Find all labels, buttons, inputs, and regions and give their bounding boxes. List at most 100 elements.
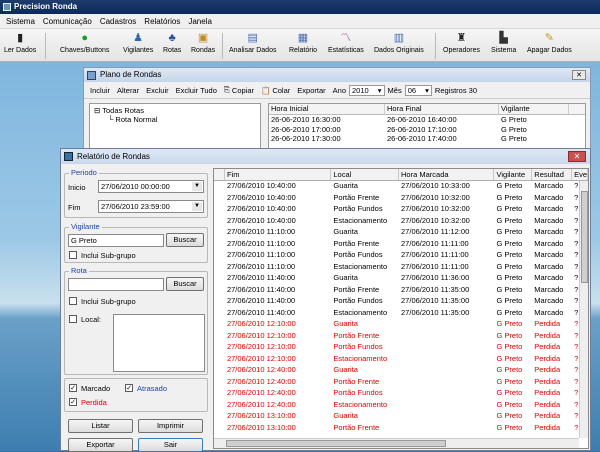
rondas-button[interactable]: ▣ Rondas: [191, 31, 215, 54]
table-row[interactable]: 27/06/2010 12:40:00 Portão Frente G Preto P…: [214, 377, 588, 389]
menu-janela[interactable]: Janela: [188, 17, 212, 26]
inclui-subgrupo-rota-checkbox[interactable]: [69, 297, 77, 305]
table-row[interactable]: 27/06/2010 10:40:00 Estacionamento 27/06/2…: [214, 216, 588, 228]
table-row[interactable]: 27/06/2010 12:40:00 Estacionamento G Preto…: [214, 400, 588, 412]
col-fim[interactable]: Fim: [225, 169, 332, 180]
horizontal-scrollbar[interactable]: [214, 438, 579, 448]
ano-select[interactable]: 2010 ▾: [349, 84, 385, 96]
tree-root[interactable]: ⊟ Todas Rotas: [94, 106, 256, 115]
table-row[interactable]: 27/06/2010 11:10:00 Estacionamento 27/06/2…: [214, 262, 588, 274]
relatorio-button[interactable]: ▦ Relatório: [289, 31, 317, 54]
rota-input[interactable]: [68, 278, 164, 291]
table-row[interactable]: 26-06-2010 17:00:00 26-06-2010 17:10:00 G …: [269, 125, 585, 135]
app-titlebar: Precision Ronda: [0, 0, 600, 14]
col-resultado[interactable]: Resultad: [532, 169, 573, 180]
scroll-thumb[interactable]: [226, 440, 446, 447]
table-row[interactable]: 26-06-2010 17:30:00 26-06-2010 17:40:00 G …: [269, 134, 585, 144]
cell-fim: 27/06/2010 12:10:00: [226, 319, 296, 328]
cell-res: Marcado: [534, 181, 564, 190]
operadores-button[interactable]: ♜ Operadores: [443, 31, 480, 54]
local-list[interactable]: [113, 314, 205, 372]
excluir-tudo-button[interactable]: Excluir Tudo: [176, 86, 217, 95]
table-row[interactable]: 27/06/2010 12:10:00 Estacionamento G Preto…: [214, 354, 588, 366]
table-row[interactable]: 27/06/2010 11:40:00 Portão Frente 27/06/20…: [214, 285, 588, 297]
exportar-button[interactable]: Exportar: [68, 438, 133, 452]
cell-vig: G Preto: [496, 238, 523, 248]
table-row[interactable]: 27/06/2010 12:10:00 Portão Frente G Preto P…: [214, 331, 588, 343]
table-row[interactable]: 27/06/2010 11:40:00 Portão Fundos 27/06/20…: [214, 296, 588, 308]
close-icon[interactable]: ✕: [568, 151, 586, 162]
excluir-button[interactable]: Excluir: [146, 86, 169, 95]
mes-select[interactable]: 06 ▾: [404, 84, 432, 96]
sistema-button[interactable]: ▙ Sistema: [491, 31, 516, 54]
dados-originais-button[interactable]: ▥ Dados Originais: [374, 31, 424, 54]
vertical-scrollbar[interactable]: [579, 181, 588, 438]
col-hora-inicial[interactable]: Hora Inicial: [269, 104, 385, 114]
table-row[interactable]: 27/06/2010 11:40:00 Estacionamento 27/06/2…: [214, 308, 588, 320]
vigilante-input[interactable]: G Preto: [68, 234, 164, 247]
analisar-dados-button[interactable]: ▤ Analisar Dados: [229, 31, 276, 54]
menu-cadastros[interactable]: Cadastros: [100, 17, 136, 26]
chevron-down-icon[interactable]: ▼: [192, 182, 202, 191]
perdida-checkbox[interactable]: ✓: [69, 398, 77, 406]
col-hora-marcada[interactable]: Hora Marcada: [399, 169, 495, 180]
table-row[interactable]: 26-06-2010 16:30:00 26-06-2010 16:40:00 G …: [269, 115, 585, 125]
rotas-button[interactable]: ♣ Rotas: [163, 31, 181, 54]
chevron-down-icon[interactable]: ▼: [192, 202, 202, 211]
document-icon: ▥: [393, 32, 405, 44]
colar-button[interactable]: Colar: [272, 86, 290, 95]
atrasado-checkbox[interactable]: ✓: [125, 384, 133, 392]
menu-relatorios[interactable]: Relatórios: [144, 17, 180, 26]
estatisticas-button[interactable]: 〽 Estatísticas: [328, 31, 364, 54]
incluir-button[interactable]: Incluir: [90, 86, 110, 95]
table-row[interactable]: 27/06/2010 12:10:00 Portão Fundos G Preto P…: [214, 342, 588, 354]
cell-res: Marcado: [534, 261, 564, 271]
copiar-button[interactable]: Copiar: [232, 86, 254, 95]
col-hora-final[interactable]: Hora Final: [385, 104, 499, 114]
col-vigilante[interactable]: Vigilante: [499, 104, 569, 114]
fim-datetime-field[interactable]: 27/06/2010 23:59:00 ▼: [98, 200, 204, 213]
tree-child[interactable]: └ Rota Normal: [94, 115, 256, 124]
cell-res: Marcado: [534, 227, 564, 236]
table-row[interactable]: 27/06/2010 13:10:00 Guarita G Preto Perdida…: [214, 411, 588, 423]
buscar-rota-button[interactable]: Buscar: [166, 277, 204, 291]
table-row[interactable]: 27/06/2010 11:40:00 Guarita 27/06/2010 11:…: [214, 273, 588, 285]
rota-label: Rota: [69, 266, 89, 275]
imprimir-button[interactable]: Imprimir: [138, 419, 203, 433]
table-row[interactable]: 27/06/2010 11:10:00 Portão Frente 27/06/20…: [214, 239, 588, 251]
table-row[interactable]: 27/06/2010 12:40:00 Portão Fundos G Preto P…: [214, 388, 588, 400]
menu-sistema[interactable]: Sistema: [6, 17, 35, 26]
table-row[interactable]: 27/06/2010 13:10:00 Portão Frente G Preto P…: [214, 423, 588, 435]
apagar-dados-button[interactable]: ✎ Apagar Dados: [527, 31, 572, 54]
exportar-button[interactable]: Exportar: [297, 86, 325, 95]
scroll-thumb[interactable]: [581, 191, 588, 283]
local-checkbox[interactable]: [69, 315, 77, 323]
table-row[interactable]: 27/06/2010 10:40:00 Portão Fundos 27/06/20…: [214, 204, 588, 216]
copy-icon: ⎘: [223, 85, 230, 94]
menu-comunicacao[interactable]: Comunicação: [43, 17, 92, 26]
sair-button[interactable]: Sair: [138, 438, 203, 452]
chaves-buttons-button[interactable]: ● Chaves/Buttons: [60, 31, 109, 54]
marcado-checkbox[interactable]: ✓: [69, 384, 77, 392]
table-row[interactable]: 27/06/2010 12:40:00 Guarita G Preto Perdida…: [214, 365, 588, 377]
row-indicator: [214, 400, 225, 412]
col-vigilante[interactable]: Vigilante: [494, 169, 533, 180]
ler-dados-button[interactable]: ▮ Ler Dados: [4, 31, 36, 54]
cell-hora: 27/06/2010 11:35:00: [401, 284, 470, 294]
close-icon[interactable]: ✕: [572, 70, 586, 80]
alterar-button[interactable]: Alterar: [117, 86, 139, 95]
table-row[interactable]: 27/06/2010 10:40:00 Guarita 27/06/2010 10:…: [214, 181, 588, 193]
table-row[interactable]: 27/06/2010 10:40:00 Portão Frente 27/06/20…: [214, 193, 588, 205]
analyze-icon: ▤: [247, 32, 258, 44]
table-row[interactable]: 27/06/2010 12:10:00 Guarita G Preto Perdida…: [214, 319, 588, 331]
inclui-subgrupo-vigilante-checkbox[interactable]: [69, 251, 77, 259]
table-row[interactable]: 27/06/2010 11:10:00 Portão Fundos 27/06/20…: [214, 250, 588, 262]
col-evento[interactable]: Ever: [572, 169, 588, 180]
vigilantes-button[interactable]: ♟ Vigilantes: [123, 31, 153, 54]
col-local[interactable]: Local: [331, 169, 400, 180]
table-row[interactable]: 27/06/2010 11:10:00 Guarita 27/06/2010 11:…: [214, 227, 588, 239]
buscar-vigilante-button[interactable]: Buscar: [166, 233, 204, 247]
listar-button[interactable]: Listar: [68, 419, 133, 433]
collapse-icon[interactable]: ⊟: [94, 106, 100, 115]
inicio-datetime-field[interactable]: 27/06/2010 00:00:00 ▼: [98, 180, 204, 193]
